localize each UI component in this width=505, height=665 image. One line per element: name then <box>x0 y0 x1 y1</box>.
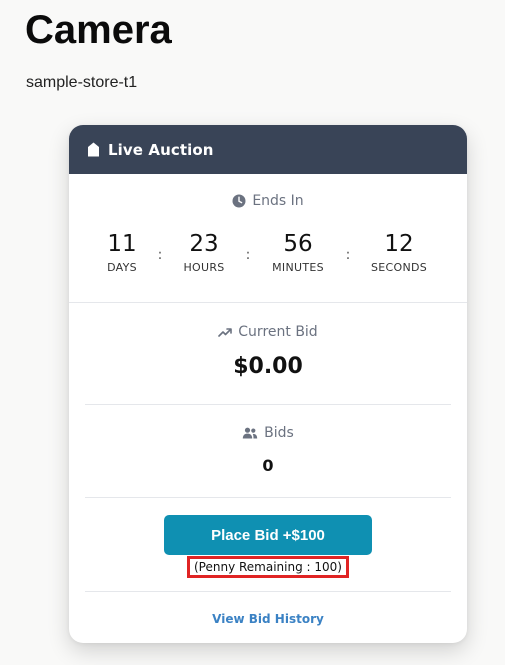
trending-up-icon <box>218 328 233 337</box>
countdown-hours: 23 HOURS <box>164 230 244 274</box>
countdown-days: 11 DAYS <box>82 230 162 274</box>
countdown-seconds-value: 12 <box>384 231 414 257</box>
clock-icon <box>232 194 246 208</box>
page: Camera sample-store-t1 Live Auction Ends… <box>0 0 505 665</box>
ends-in-label: Ends In <box>252 193 304 209</box>
divider <box>85 591 451 592</box>
bids-label-row: Bids <box>69 425 467 441</box>
auction-card: Live Auction Ends In 11 DAYS : 23 HOURS … <box>69 125 467 643</box>
countdown-hours-value: 23 <box>189 231 219 257</box>
users-icon <box>242 427 258 439</box>
countdown-hours-label: HOURS <box>183 261 225 274</box>
auction-header-title: Live Auction <box>108 140 214 159</box>
product-title: Camera <box>25 8 172 52</box>
countdown-minutes-label: MINUTES <box>272 261 324 274</box>
tag-icon <box>87 142 100 157</box>
auction-header: Live Auction <box>69 125 467 174</box>
countdown-days-label: DAYS <box>107 261 137 274</box>
bids-label: Bids <box>264 425 294 441</box>
current-bid-value: $0.00 <box>233 354 303 379</box>
countdown-days-value: 11 <box>107 231 137 257</box>
current-bid-label-row: Current Bid <box>69 324 467 340</box>
countdown: 11 DAYS : 23 HOURS : 56 MINUTES : 12 SEC… <box>69 230 467 280</box>
view-bid-history-link[interactable]: View Bid History <box>69 612 467 626</box>
store-name: sample-store-t1 <box>26 74 138 91</box>
countdown-seconds: 12 SECONDS <box>359 230 439 274</box>
current-bid-label: Current Bid <box>238 324 318 340</box>
countdown-separator: : <box>245 247 251 263</box>
countdown-minutes: 56 MINUTES <box>258 230 338 274</box>
divider <box>69 302 467 303</box>
bids-value: 0 <box>262 456 274 475</box>
divider <box>85 404 451 405</box>
countdown-minutes-value: 56 <box>283 231 313 257</box>
countdown-separator: : <box>345 247 351 263</box>
penny-remaining-text: (Penny Remaining : 100) <box>194 560 342 574</box>
penny-remaining-highlight: (Penny Remaining : 100) <box>187 556 349 578</box>
countdown-seconds-label: SECONDS <box>370 261 428 274</box>
place-bid-button[interactable]: Place Bid +$100 <box>164 515 372 555</box>
divider <box>85 497 451 498</box>
ends-in-label-row: Ends In <box>69 193 467 209</box>
